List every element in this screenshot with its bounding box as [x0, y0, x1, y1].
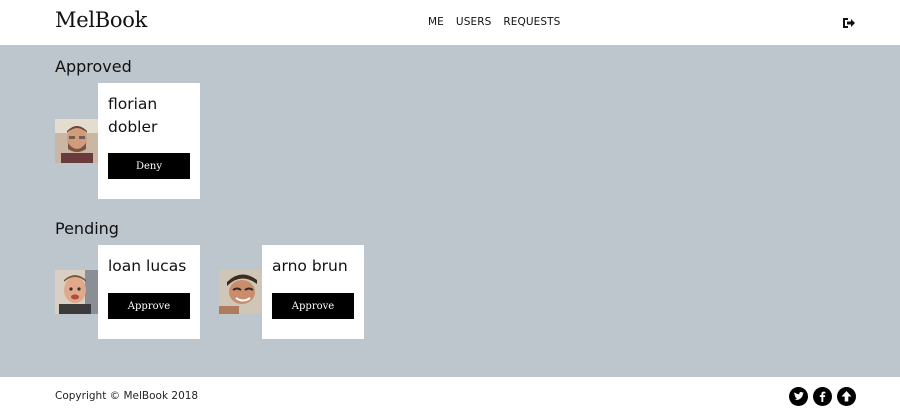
avatar: [55, 270, 99, 314]
user-card: loan lucas Approve: [98, 245, 200, 339]
main-content: Approved florian dobler Deny Pending loa…: [0, 45, 900, 377]
brand-logo[interactable]: MelBook: [55, 8, 147, 32]
approve-button[interactable]: Approve: [272, 293, 354, 319]
user-card: florian dobler Deny: [98, 83, 200, 199]
avatar: [55, 119, 99, 163]
user-name: arno brun: [272, 257, 348, 275]
nav-requests[interactable]: REQUESTS: [503, 16, 560, 28]
section-title-pending: Pending: [55, 219, 119, 238]
main-nav: ME USERS REQUESTS: [428, 16, 560, 28]
nav-me[interactable]: ME: [428, 16, 444, 28]
sign-out-icon[interactable]: [842, 15, 856, 29]
nav-users[interactable]: USERS: [456, 16, 491, 28]
deny-button[interactable]: Deny: [108, 153, 190, 179]
copyright-text: Copyright © MelBook 2018: [55, 390, 199, 402]
user-name: florian dobler: [108, 95, 158, 136]
avatar: [219, 270, 263, 314]
facebook-icon[interactable]: [813, 387, 832, 406]
arrow-up-icon[interactable]: [837, 387, 856, 406]
approve-button[interactable]: Approve: [108, 293, 190, 319]
footer: Copyright © MelBook 2018: [0, 377, 900, 416]
header: MelBook ME USERS REQUESTS: [0, 0, 900, 45]
section-title-approved: Approved: [55, 57, 132, 76]
user-card: arno brun Approve: [262, 245, 364, 339]
twitter-icon[interactable]: [789, 387, 808, 406]
user-name: loan lucas: [108, 257, 187, 275]
